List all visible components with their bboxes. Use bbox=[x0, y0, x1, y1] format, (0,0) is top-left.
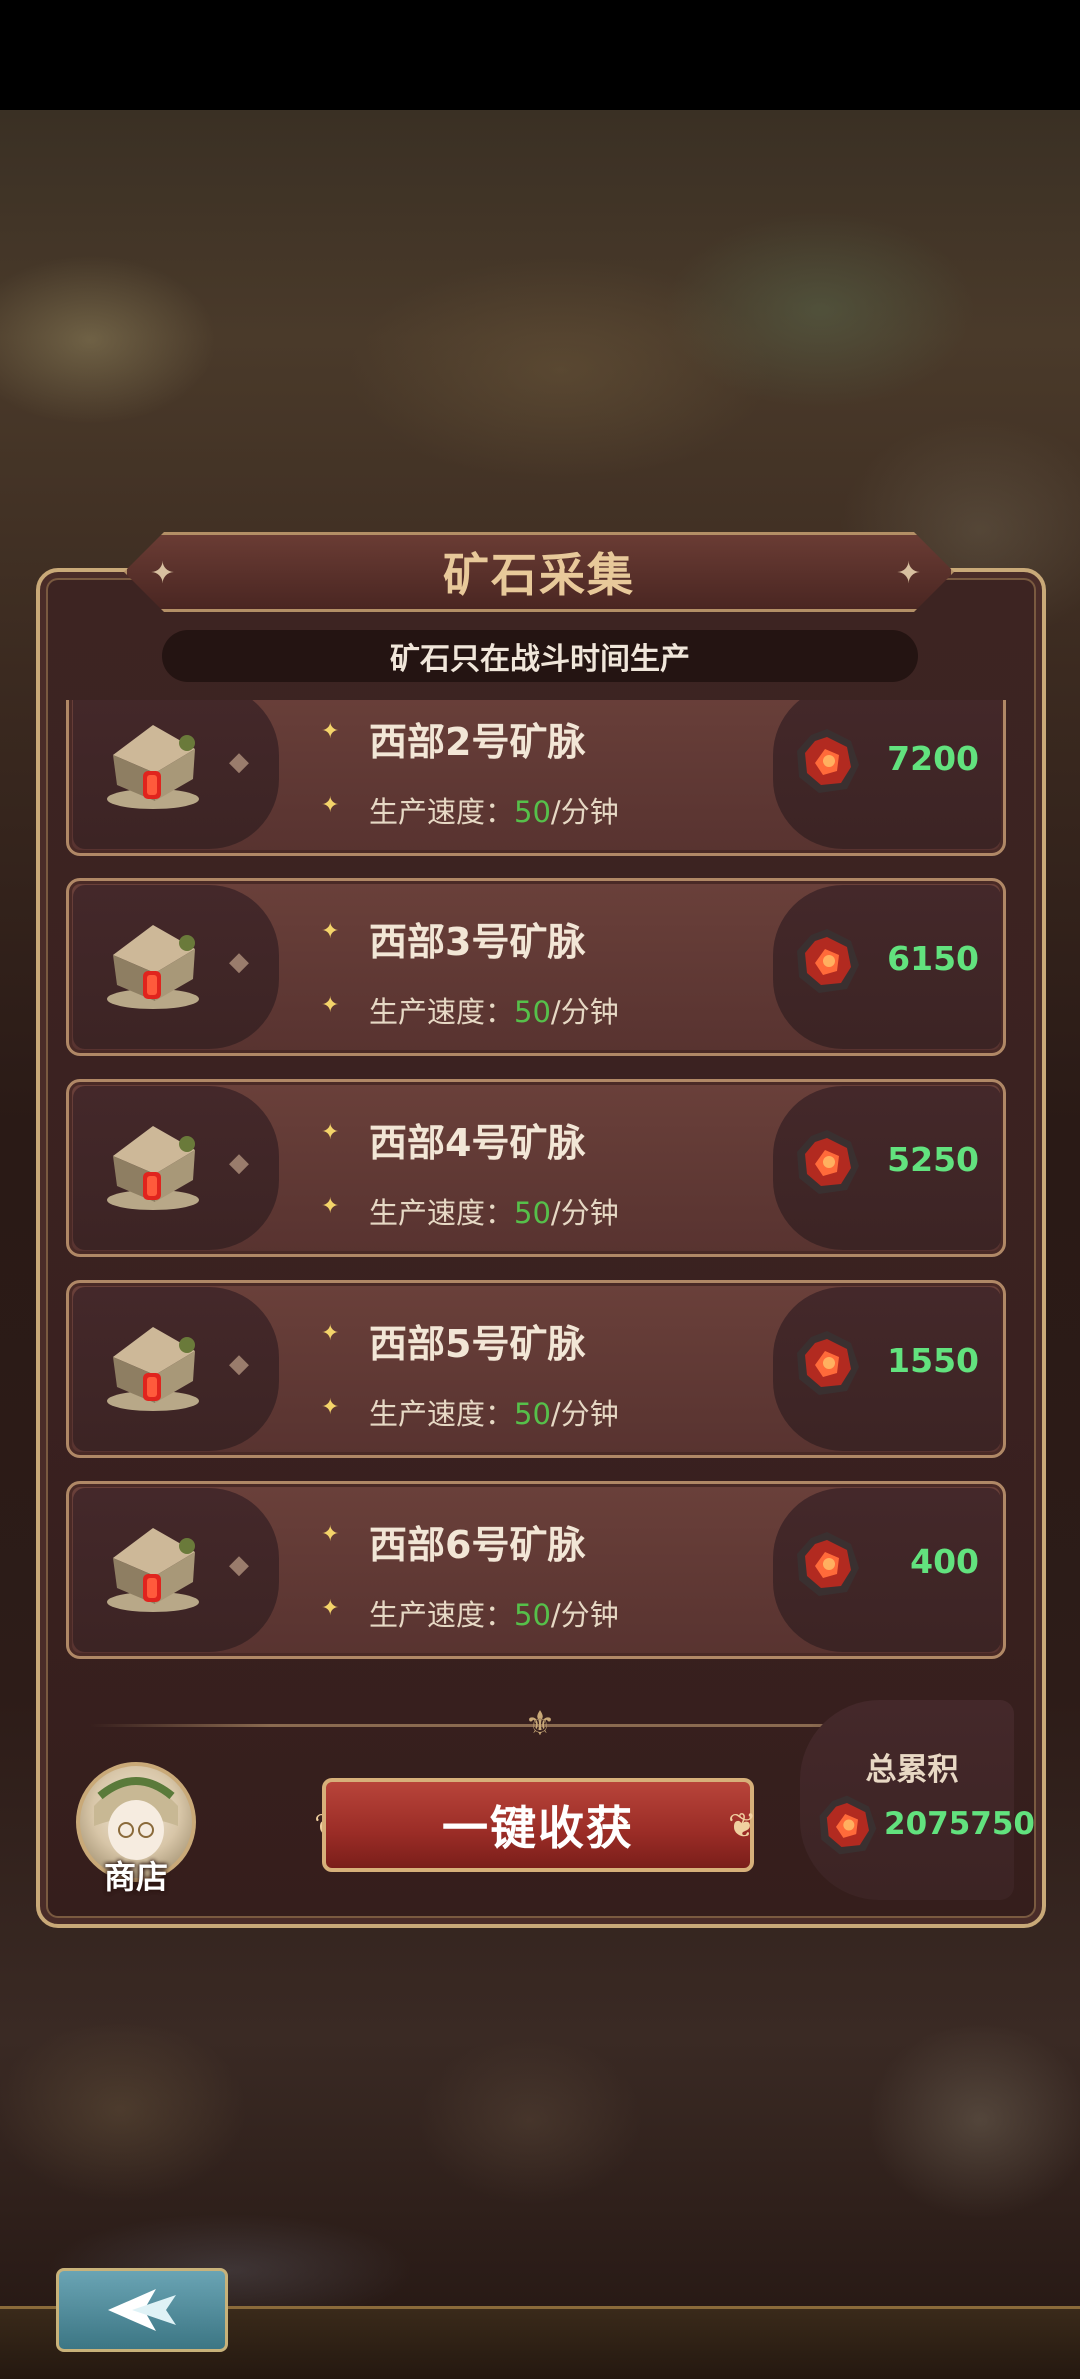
back-arrow-icon bbox=[108, 2289, 176, 2331]
bullet-icon: ✦ bbox=[321, 1395, 340, 1420]
red-ore-icon bbox=[797, 1532, 859, 1596]
mine-hut-icon bbox=[107, 1126, 199, 1210]
bullet-icon: ✦ bbox=[321, 1321, 340, 1346]
status-bar bbox=[0, 0, 1080, 110]
mine-hut-icon bbox=[107, 1327, 199, 1411]
mine-name: 西部6号矿脉 bbox=[369, 1523, 586, 1567]
back-button[interactable] bbox=[56, 2268, 228, 2352]
mine-card[interactable]: ◆ ✦ 西部2号矿脉 ✦ 生产速度：50/分钟 7200 bbox=[66, 700, 1006, 856]
rate-unit: /分钟 bbox=[550, 1598, 619, 1632]
rate-value: 50 bbox=[514, 1196, 551, 1230]
harvest-all-label: 一键收获 bbox=[442, 1801, 634, 1855]
production-rate: 生产速度：50/分钟 bbox=[369, 1592, 619, 1634]
rate-unit: /分钟 bbox=[550, 1196, 619, 1230]
mine-card[interactable]: ◆ ✦ 西部5号矿脉 ✦ 生产速度：50/分钟 1550 bbox=[66, 1280, 1006, 1458]
fleur-ornament-icon: ⚜ bbox=[524, 1704, 556, 1744]
bullet-icon: ✦ bbox=[321, 1120, 340, 1145]
mine-hut-icon bbox=[107, 725, 199, 809]
panel-subtitle: 矿石只在战斗时间生产 bbox=[162, 630, 918, 682]
divider-diamond-icon: ◆ bbox=[229, 947, 249, 977]
ore-amount: 400 bbox=[910, 1542, 979, 1581]
mine-card[interactable]: ◆ ✦ 西部6号矿脉 ✦ 生产速度：50/分钟 400 bbox=[66, 1481, 1006, 1659]
panel-title: 矿石采集 bbox=[443, 548, 635, 602]
bullet-icon: ✦ bbox=[321, 793, 340, 818]
mine-name: 西部5号矿脉 bbox=[369, 1322, 586, 1366]
mine-name: 西部4号矿脉 bbox=[369, 1121, 586, 1165]
red-ore-icon bbox=[797, 929, 859, 993]
mine-list[interactable]: ◆ ✦ 西部2号矿脉 ✦ 生产速度：50/分钟 7200 ◆ ✦ 西部3号矿脉 … bbox=[66, 700, 1006, 1670]
divider-diamond-icon: ◆ bbox=[229, 1550, 249, 1580]
bullet-icon: ✦ bbox=[321, 993, 340, 1018]
shop-label[interactable]: 商店 bbox=[86, 1852, 186, 1898]
ore-amount: 6150 bbox=[887, 939, 979, 978]
rate-label: 生产速度： bbox=[369, 795, 515, 829]
red-ore-icon bbox=[797, 1331, 859, 1395]
mine-card[interactable]: ◆ ✦ 西部4号矿脉 ✦ 生产速度：50/分钟 5250 bbox=[66, 1079, 1006, 1257]
mine-hut-icon bbox=[107, 925, 199, 1009]
total-label: 总累积 bbox=[865, 1752, 959, 1788]
divider-diamond-icon: ◆ bbox=[229, 1148, 249, 1178]
divider-diamond-icon: ◆ bbox=[229, 747, 249, 777]
production-rate: 生产速度：50/分钟 bbox=[369, 789, 619, 831]
rate-label: 生产速度： bbox=[369, 1598, 515, 1632]
total-value: 2075750 bbox=[884, 1806, 1035, 1842]
ore-amount: 7200 bbox=[887, 739, 979, 778]
rate-unit: /分钟 bbox=[550, 995, 619, 1029]
rate-label: 生产速度： bbox=[369, 1196, 515, 1230]
mine-card[interactable]: ◆ ✦ 西部3号矿脉 ✦ 生产速度：50/分钟 6150 bbox=[66, 878, 1006, 1056]
rate-value: 50 bbox=[514, 1397, 551, 1431]
mine-name: 西部2号矿脉 bbox=[369, 720, 586, 764]
divider-diamond-icon: ◆ bbox=[229, 1349, 249, 1379]
red-ore-icon bbox=[797, 729, 859, 793]
bullet-icon: ✦ bbox=[321, 719, 340, 744]
rate-value: 50 bbox=[514, 995, 551, 1029]
bullet-icon: ✦ bbox=[321, 919, 340, 944]
rate-label: 生产速度： bbox=[369, 1397, 515, 1431]
red-ore-icon bbox=[797, 1130, 859, 1194]
bullet-icon: ✦ bbox=[321, 1522, 340, 1547]
production-rate: 生产速度：50/分钟 bbox=[369, 1190, 619, 1232]
production-rate: 生产速度：50/分钟 bbox=[369, 1391, 619, 1433]
button-ornament-right-icon: ❦ bbox=[728, 1806, 757, 1846]
mine-name: 西部3号矿脉 bbox=[369, 920, 586, 964]
red-ore-icon bbox=[819, 1795, 877, 1855]
rate-value: 50 bbox=[514, 1598, 551, 1632]
ore-amount: 5250 bbox=[887, 1140, 979, 1179]
rate-unit: /分钟 bbox=[550, 1397, 619, 1431]
harvest-all-button[interactable]: 一键收获 bbox=[322, 1778, 754, 1872]
rate-value: 50 bbox=[514, 795, 551, 829]
mine-hut-icon bbox=[107, 1528, 199, 1612]
rate-unit: /分钟 bbox=[550, 795, 619, 829]
production-rate: 生产速度：50/分钟 bbox=[369, 989, 619, 1031]
rate-label: 生产速度： bbox=[369, 995, 515, 1029]
bullet-icon: ✦ bbox=[321, 1194, 340, 1219]
ore-amount: 1550 bbox=[887, 1341, 979, 1380]
bullet-icon: ✦ bbox=[321, 1596, 340, 1621]
